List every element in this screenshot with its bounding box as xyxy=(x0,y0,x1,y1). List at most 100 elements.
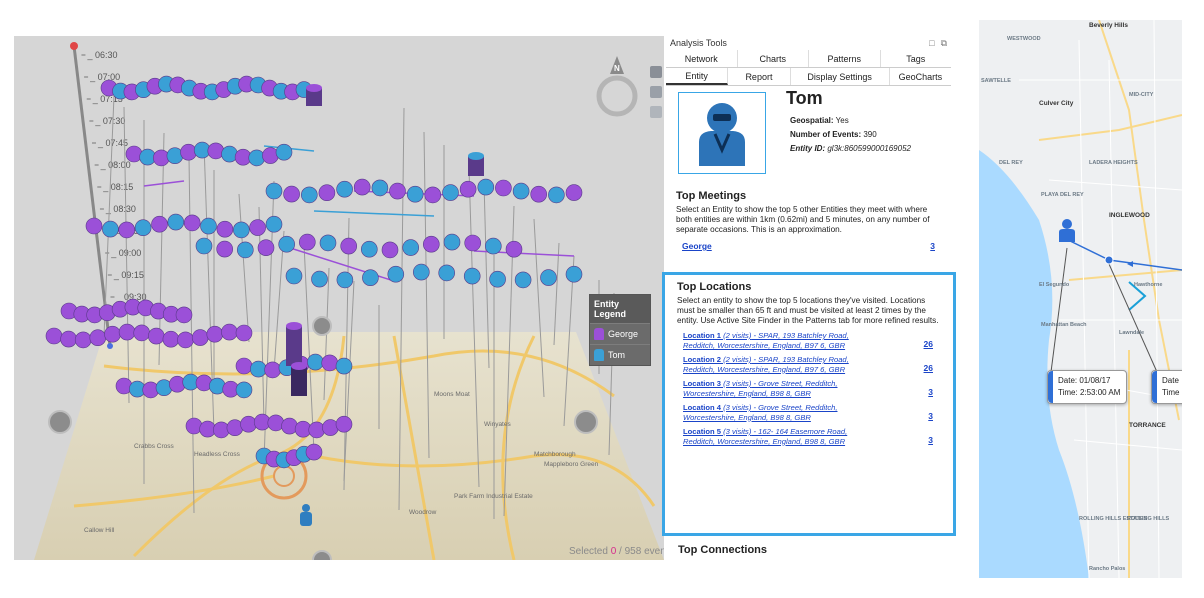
event-cluster-column[interactable] xyxy=(286,326,302,366)
tab-report[interactable]: Report xyxy=(728,68,791,85)
george-event-marker[interactable] xyxy=(133,324,150,342)
tom-event-marker[interactable] xyxy=(489,270,506,288)
street-map[interactable]: Beverly Hills WESTWOOD SAWTELLE MID-CITY Cul… xyxy=(979,20,1182,578)
george-event-marker[interactable] xyxy=(118,323,136,341)
tom-event-marker[interactable] xyxy=(275,143,293,161)
george-event-marker[interactable] xyxy=(308,421,326,439)
layers-icon[interactable] xyxy=(650,86,662,98)
tom-event-marker[interactable] xyxy=(442,184,459,201)
george-event-marker[interactable] xyxy=(424,186,442,204)
george-event-marker[interactable] xyxy=(459,180,477,198)
tom-event-marker[interactable] xyxy=(311,270,328,288)
tom-event-marker[interactable] xyxy=(484,237,502,255)
tom-event-marker[interactable] xyxy=(514,271,532,289)
route-point[interactable] xyxy=(1104,255,1114,265)
george-event-marker[interactable] xyxy=(151,215,168,233)
george-event-marker[interactable] xyxy=(89,329,107,347)
george-event-marker[interactable] xyxy=(283,185,300,203)
tom-event-marker[interactable] xyxy=(221,145,238,163)
george-event-marker[interactable] xyxy=(207,142,225,160)
tom-event-marker[interactable] xyxy=(335,357,353,375)
george-event-marker[interactable] xyxy=(148,327,165,345)
meeting-count-link[interactable]: 3 xyxy=(930,241,935,251)
george-event-marker[interactable] xyxy=(216,240,233,258)
tom-event-marker[interactable] xyxy=(195,237,213,255)
george-event-marker[interactable] xyxy=(264,361,281,379)
tom-event-marker[interactable] xyxy=(300,186,318,204)
george-event-marker[interactable] xyxy=(464,234,482,252)
george-event-marker[interactable] xyxy=(249,219,266,236)
george-event-marker[interactable] xyxy=(118,221,135,239)
tab-entity[interactable]: Entity xyxy=(666,68,729,85)
george-event-marker[interactable] xyxy=(235,324,253,342)
tom-event-marker[interactable] xyxy=(548,186,565,204)
tom-event-marker[interactable] xyxy=(402,239,420,256)
george-event-marker[interactable] xyxy=(267,414,285,432)
tom-event-marker[interactable] xyxy=(512,182,530,200)
george-event-marker[interactable] xyxy=(281,417,298,435)
tom-event-marker[interactable] xyxy=(285,267,303,285)
tom-event-marker[interactable] xyxy=(233,221,250,239)
tom-event-marker[interactable] xyxy=(336,180,353,198)
george-event-marker[interactable] xyxy=(321,354,339,372)
tab-tags[interactable]: Tags xyxy=(881,50,952,67)
tom-event-marker[interactable] xyxy=(412,263,430,281)
tom-event-marker[interactable] xyxy=(200,217,217,235)
event-cluster-top[interactable] xyxy=(468,152,484,160)
george-event-marker[interactable] xyxy=(565,184,583,201)
george-event-marker[interactable] xyxy=(180,143,197,161)
tom-event-marker[interactable] xyxy=(443,233,461,251)
george-event-marker[interactable] xyxy=(221,323,238,341)
george-event-marker[interactable] xyxy=(318,184,336,201)
tom-event-marker[interactable] xyxy=(102,220,119,238)
3d-timeline-view[interactable]: _ 06:30 _ 07:00 _ 07:15 _ 07:30 _ 07:45 _ 08:… xyxy=(14,36,664,560)
george-event-marker[interactable] xyxy=(60,330,77,348)
tom-event-marker[interactable] xyxy=(463,267,481,285)
george-event-marker[interactable] xyxy=(298,233,316,251)
tab-network[interactable]: Network xyxy=(666,50,738,67)
timeline-top-handle[interactable] xyxy=(70,42,78,50)
george-event-marker[interactable] xyxy=(177,331,194,349)
tom-event-marker[interactable] xyxy=(371,179,389,197)
george-event-marker[interactable] xyxy=(353,178,371,196)
george-event-marker[interactable] xyxy=(257,239,275,256)
tom-event-marker[interactable] xyxy=(278,235,296,253)
3d-scene[interactable]: _ 06:30_ 07:00_ 07:15_ 07:30_ 07:45_ 08:… xyxy=(14,36,664,560)
george-event-marker[interactable] xyxy=(381,241,399,259)
location-link[interactable]: Location 1 (2 visits) - SPAR, 193 Batchl… xyxy=(683,331,853,350)
rotate-ring-icon[interactable] xyxy=(596,75,638,117)
event-cluster-column[interactable] xyxy=(291,366,307,396)
location-count-link[interactable]: 26 xyxy=(924,339,933,349)
george-event-marker[interactable] xyxy=(45,327,63,345)
george-event-marker[interactable] xyxy=(216,220,234,238)
george-event-marker[interactable] xyxy=(191,329,209,346)
george-event-marker[interactable] xyxy=(389,182,406,200)
george-event-marker[interactable] xyxy=(85,217,103,235)
tom-event-marker[interactable] xyxy=(265,215,283,233)
tom-event-marker[interactable] xyxy=(477,178,495,196)
event-tooltip[interactable]: Date: 01/08/17 Time: 2:53:00 AM xyxy=(1047,370,1128,404)
george-event-marker[interactable] xyxy=(235,357,253,375)
location-count-link[interactable]: 26 xyxy=(924,363,933,373)
event-cluster-top[interactable] xyxy=(286,322,302,330)
tab-charts[interactable]: Charts xyxy=(738,50,809,67)
event-tooltip-2[interactable]: Date Time xyxy=(1151,370,1182,404)
george-event-marker[interactable] xyxy=(175,306,193,324)
george-event-marker[interactable] xyxy=(335,415,353,433)
tom-event-marker[interactable] xyxy=(248,149,265,167)
tom-event-marker[interactable] xyxy=(134,219,152,236)
george-event-marker[interactable] xyxy=(305,443,323,461)
minimize-icon[interactable]: □ xyxy=(929,38,934,49)
map-canvas[interactable] xyxy=(979,20,1182,578)
tom-event-marker[interactable] xyxy=(250,360,267,378)
legend-item-tom[interactable]: Tom xyxy=(590,344,650,365)
george-event-marker[interactable] xyxy=(340,237,358,255)
pan-left-icon[interactable] xyxy=(48,410,72,434)
george-event-marker[interactable] xyxy=(125,145,143,163)
pan-right-icon[interactable] xyxy=(574,410,598,434)
location-count-link[interactable]: 3 xyxy=(928,411,933,421)
location-link[interactable]: Location 4 (3 visits) - Grove Street, Re… xyxy=(683,403,853,422)
tom-event-marker[interactable] xyxy=(360,240,378,258)
tom-event-marker[interactable] xyxy=(237,241,254,259)
legend-item-george[interactable]: George xyxy=(590,323,650,344)
